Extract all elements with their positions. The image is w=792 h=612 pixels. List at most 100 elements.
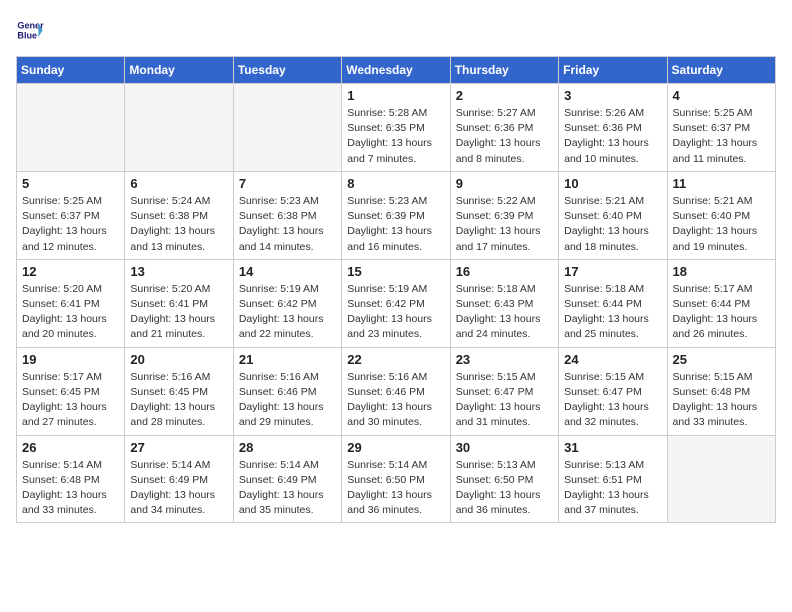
weekday-header-sunday: Sunday [17, 57, 125, 84]
calendar-week-2: 5Sunrise: 5:25 AM Sunset: 6:37 PM Daylig… [17, 171, 776, 259]
day-info: Sunrise: 5:19 AM Sunset: 6:42 PM Dayligh… [239, 282, 336, 343]
day-info: Sunrise: 5:16 AM Sunset: 6:45 PM Dayligh… [130, 370, 227, 431]
calendar-cell: 5Sunrise: 5:25 AM Sunset: 6:37 PM Daylig… [17, 171, 125, 259]
day-number: 17 [564, 264, 661, 279]
calendar-cell [125, 84, 233, 172]
day-number: 9 [456, 176, 553, 191]
day-info: Sunrise: 5:13 AM Sunset: 6:51 PM Dayligh… [564, 458, 661, 519]
calendar-cell: 14 Sunrise: 5:19 AM Sunset: 6:42 PM Dayli… [233, 259, 341, 347]
calendar-cell [17, 84, 125, 172]
day-info: Sunrise: 5:23 AM Sunset: 6:38 PM Dayligh… [239, 194, 336, 255]
calendar-cell: 23 Sunrise: 5:15 AM Sunset: 6:47 PM Dayli… [450, 347, 558, 435]
day-number: 24 [564, 352, 661, 367]
calendar-cell: 28 Sunrise: 5:14 AM Sunset: 6:49 PM Dayli… [233, 435, 341, 523]
calendar-cell: 24 Sunrise: 5:15 AM Sunset: 6:47 PM Dayli… [559, 347, 667, 435]
day-number: 23 [456, 352, 553, 367]
calendar-cell: 17 Sunrise: 5:18 AM Sunset: 6:44 PM Dayli… [559, 259, 667, 347]
day-number: 8 [347, 176, 444, 191]
day-info: Sunrise: 5:26 AM Sunset: 6:36 PM Dayligh… [564, 106, 661, 167]
day-number: 1 [347, 88, 444, 103]
calendar-cell: 7 Sunrise: 5:23 AM Sunset: 6:38 PM Daylig… [233, 171, 341, 259]
day-number: 15 [347, 264, 444, 279]
day-number: 12 [22, 264, 119, 279]
day-number: 27 [130, 440, 227, 455]
page-header: General Blue [16, 16, 776, 44]
day-info: Sunrise: 5:22 AM Sunset: 6:39 PM Dayligh… [456, 194, 553, 255]
day-info: Sunrise: 5:21 AM Sunset: 6:40 PM Dayligh… [673, 194, 770, 255]
day-number: 2 [456, 88, 553, 103]
calendar-cell: 2 Sunrise: 5:27 AM Sunset: 6:36 PM Daylig… [450, 84, 558, 172]
calendar-cell: 27Sunrise: 5:14 AM Sunset: 6:49 PM Dayli… [125, 435, 233, 523]
logo: General Blue [16, 16, 48, 44]
day-info: Sunrise: 5:15 AM Sunset: 6:47 PM Dayligh… [564, 370, 661, 431]
day-number: 5 [22, 176, 119, 191]
calendar-cell: 13 Sunrise: 5:20 AM Sunset: 6:41 PM Dayli… [125, 259, 233, 347]
calendar-cell: 29Sunrise: 5:14 AM Sunset: 6:50 PM Dayli… [342, 435, 450, 523]
day-info: Sunrise: 5:20 AM Sunset: 6:41 PM Dayligh… [22, 282, 119, 343]
weekday-header-friday: Friday [559, 57, 667, 84]
day-info: Sunrise: 5:13 AM Sunset: 6:50 PM Dayligh… [456, 458, 553, 519]
calendar-cell: 6Sunrise: 5:24 AM Sunset: 6:38 PM Daylig… [125, 171, 233, 259]
calendar-cell: 26 Sunrise: 5:14 AM Sunset: 6:48 PM Dayli… [17, 435, 125, 523]
day-info: Sunrise: 5:14 AM Sunset: 6:49 PM Dayligh… [239, 458, 336, 519]
day-number: 26 [22, 440, 119, 455]
day-number: 11 [673, 176, 770, 191]
day-number: 10 [564, 176, 661, 191]
calendar-cell: 12 Sunrise: 5:20 AM Sunset: 6:41 PM Dayli… [17, 259, 125, 347]
day-number: 13 [130, 264, 227, 279]
day-number: 25 [673, 352, 770, 367]
day-number: 28 [239, 440, 336, 455]
day-info: Sunrise: 5:16 AM Sunset: 6:46 PM Dayligh… [347, 370, 444, 431]
calendar-cell: 21Sunrise: 5:16 AM Sunset: 6:46 PM Dayli… [233, 347, 341, 435]
calendar-cell: 16Sunrise: 5:18 AM Sunset: 6:43 PM Dayli… [450, 259, 558, 347]
calendar-cell [667, 435, 775, 523]
day-info: Sunrise: 5:20 AM Sunset: 6:41 PM Dayligh… [130, 282, 227, 343]
calendar-cell: 9 Sunrise: 5:22 AM Sunset: 6:39 PM Daylig… [450, 171, 558, 259]
calendar-cell: 30 Sunrise: 5:13 AM Sunset: 6:50 PM Dayli… [450, 435, 558, 523]
day-info: Sunrise: 5:15 AM Sunset: 6:47 PM Dayligh… [456, 370, 553, 431]
day-number: 20 [130, 352, 227, 367]
day-info: Sunrise: 5:27 AM Sunset: 6:36 PM Dayligh… [456, 106, 553, 167]
day-number: 22 [347, 352, 444, 367]
day-number: 19 [22, 352, 119, 367]
weekday-header-monday: Monday [125, 57, 233, 84]
calendar-cell: 10 Sunrise: 5:21 AM Sunset: 6:40 PM Dayli… [559, 171, 667, 259]
svg-text:Blue: Blue [17, 30, 37, 40]
day-number: 4 [673, 88, 770, 103]
day-number: 7 [239, 176, 336, 191]
day-info: Sunrise: 5:14 AM Sunset: 6:50 PM Dayligh… [347, 458, 444, 519]
weekday-header-row: SundayMondayTuesdayWednesdayThursdayFrid… [17, 57, 776, 84]
calendar-week-5: 26 Sunrise: 5:14 AM Sunset: 6:48 PM Dayli… [17, 435, 776, 523]
calendar-week-3: 12 Sunrise: 5:20 AM Sunset: 6:41 PM Dayli… [17, 259, 776, 347]
day-info: Sunrise: 5:15 AM Sunset: 6:48 PM Dayligh… [673, 370, 770, 431]
day-info: Sunrise: 5:14 AM Sunset: 6:48 PM Dayligh… [22, 458, 119, 519]
day-info: Sunrise: 5:23 AM Sunset: 6:39 PM Dayligh… [347, 194, 444, 255]
day-info: Sunrise: 5:19 AM Sunset: 6:42 PM Dayligh… [347, 282, 444, 343]
day-number: 6 [130, 176, 227, 191]
calendar-cell: 3 Sunrise: 5:26 AM Sunset: 6:36 PM Daylig… [559, 84, 667, 172]
calendar-cell: 25 Sunrise: 5:15 AM Sunset: 6:48 PM Dayli… [667, 347, 775, 435]
calendar-cell [233, 84, 341, 172]
weekday-header-thursday: Thursday [450, 57, 558, 84]
calendar-week-4: 19Sunrise: 5:17 AM Sunset: 6:45 PM Dayli… [17, 347, 776, 435]
day-info: Sunrise: 5:18 AM Sunset: 6:44 PM Dayligh… [564, 282, 661, 343]
day-number: 16 [456, 264, 553, 279]
calendar-cell: 11 Sunrise: 5:21 AM Sunset: 6:40 PM Dayli… [667, 171, 775, 259]
weekday-header-wednesday: Wednesday [342, 57, 450, 84]
day-number: 18 [673, 264, 770, 279]
calendar-week-1: 1 Sunrise: 5:28 AM Sunset: 6:35 PM Daylig… [17, 84, 776, 172]
calendar-cell: 31 Sunrise: 5:13 AM Sunset: 6:51 PM Dayli… [559, 435, 667, 523]
day-info: Sunrise: 5:25 AM Sunset: 6:37 PM Dayligh… [673, 106, 770, 167]
day-number: 3 [564, 88, 661, 103]
day-info: Sunrise: 5:28 AM Sunset: 6:35 PM Dayligh… [347, 106, 444, 167]
calendar-cell: 4 Sunrise: 5:25 AM Sunset: 6:37 PM Daylig… [667, 84, 775, 172]
day-info: Sunrise: 5:16 AM Sunset: 6:46 PM Dayligh… [239, 370, 336, 431]
calendar-cell: 8 Sunrise: 5:23 AM Sunset: 6:39 PM Daylig… [342, 171, 450, 259]
day-number: 30 [456, 440, 553, 455]
calendar-cell: 1 Sunrise: 5:28 AM Sunset: 6:35 PM Daylig… [342, 84, 450, 172]
day-info: Sunrise: 5:21 AM Sunset: 6:40 PM Dayligh… [564, 194, 661, 255]
weekday-header-tuesday: Tuesday [233, 57, 341, 84]
day-info: Sunrise: 5:17 AM Sunset: 6:44 PM Dayligh… [673, 282, 770, 343]
day-number: 14 [239, 264, 336, 279]
day-number: 31 [564, 440, 661, 455]
